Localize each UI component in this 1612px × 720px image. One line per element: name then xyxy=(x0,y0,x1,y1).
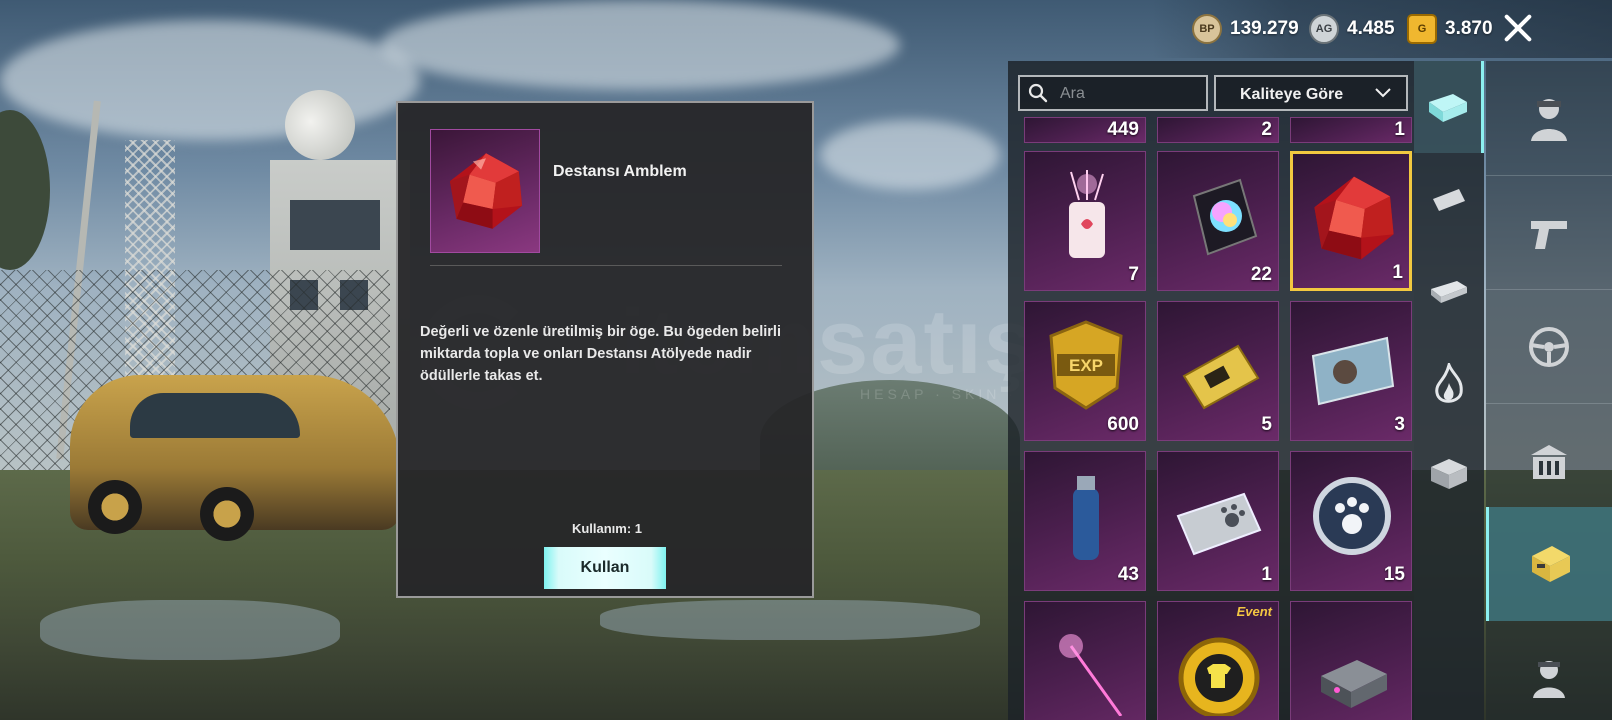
item-slot[interactable]: 2 xyxy=(1157,117,1279,143)
flame-icon xyxy=(1435,363,1463,403)
cloud xyxy=(0,20,420,140)
exp-card-icon: EXP xyxy=(1049,320,1123,410)
pistol-icon xyxy=(1531,221,1567,249)
divider xyxy=(430,265,782,266)
item-slot-crate-device[interactable] xyxy=(1290,601,1412,720)
item-name: Destansı Amblem xyxy=(553,163,687,180)
open-crate-icon xyxy=(1431,459,1467,489)
item-slot[interactable]: 449 xyxy=(1024,117,1146,143)
item-slot-rainbow-orb-card[interactable]: 22 xyxy=(1157,151,1279,291)
chevron-down-icon xyxy=(1375,88,1391,98)
item-count: 1 xyxy=(1261,564,1272,585)
bp-coin-icon: BP xyxy=(1192,14,1222,44)
inventory-panel: Ara Kaliteye Göre 449 2 1 7 22 1 EXP 600… xyxy=(1008,61,1414,720)
item-thumbnail xyxy=(430,129,540,253)
shirt-coin-icon xyxy=(1178,637,1260,716)
divider xyxy=(1486,175,1612,176)
usage-count: Kullanım: 1 xyxy=(571,521,643,536)
tab-profile[interactable] xyxy=(1486,635,1612,720)
item-slot-spray-can[interactable]: 43 xyxy=(1024,451,1146,591)
spray-can-icon xyxy=(1073,476,1099,560)
ag-coin-icon: AG xyxy=(1309,14,1339,44)
supply-box-icon xyxy=(1428,94,1467,122)
close-icon[interactable] xyxy=(1500,10,1536,46)
bp-amount: 139.279 xyxy=(1230,18,1299,39)
item-slot-event-shirt-coin[interactable]: Event xyxy=(1157,601,1279,720)
currency-bp: BP 139.279 xyxy=(1192,14,1299,44)
item-slot-epic-emblem[interactable]: 1 xyxy=(1290,151,1412,291)
use-button[interactable]: Kullan xyxy=(544,547,666,589)
rainbow-orb-card-icon xyxy=(1192,178,1258,256)
search-input[interactable]: Ara xyxy=(1018,75,1208,111)
building-icon xyxy=(1531,445,1567,479)
material-bar-icon xyxy=(1431,281,1467,303)
item-box-icon xyxy=(1531,546,1570,582)
search-placeholder: Ara xyxy=(1060,85,1085,102)
item-slot-paw-coin[interactable]: 15 xyxy=(1290,451,1412,591)
currency-ag: AG 4.485 xyxy=(1309,14,1395,44)
item-count: 2 xyxy=(1261,119,1272,140)
item-count: 1 xyxy=(1392,262,1403,283)
item-count: 3 xyxy=(1394,414,1405,435)
tab-crate[interactable] xyxy=(1414,433,1484,509)
item-count: 15 xyxy=(1383,564,1405,585)
item-grid[interactable]: 449 2 1 7 22 1 EXP 600 5 3 43 1 15 Event xyxy=(1018,117,1414,720)
player-card-icon xyxy=(1311,336,1395,406)
category-tabs xyxy=(1414,61,1612,720)
item-count: 22 xyxy=(1250,264,1272,285)
cloud xyxy=(820,120,1000,190)
tab-materials[interactable] xyxy=(1414,257,1484,327)
item-count: 5 xyxy=(1261,414,1272,435)
puddle xyxy=(40,600,340,660)
item-slot-player-card[interactable]: 3 xyxy=(1290,301,1412,441)
item-count: 600 xyxy=(1107,414,1139,435)
item-count: 1 xyxy=(1394,119,1405,140)
tab-supplies[interactable] xyxy=(1414,61,1484,153)
red-gem-icon xyxy=(445,148,527,234)
tab-weapons[interactable] xyxy=(1486,177,1612,289)
item-slot-paw-ticket[interactable]: 1 xyxy=(1157,451,1279,591)
ag-amount: 4.485 xyxy=(1347,18,1395,39)
coupon-icon xyxy=(1433,189,1465,211)
character-icon xyxy=(1533,660,1565,698)
item-slot[interactable]: 1 xyxy=(1290,117,1412,143)
cloud xyxy=(380,0,900,90)
item-count: 43 xyxy=(1117,564,1139,585)
tab-outfit[interactable] xyxy=(1486,61,1612,175)
paw-ticket-icon xyxy=(1176,492,1262,556)
confetti-cup-icon xyxy=(1069,170,1105,258)
sort-dropdown[interactable]: Kaliteye Göre xyxy=(1214,75,1408,111)
pink-wand-icon xyxy=(1059,634,1123,716)
gold-ticket-icon xyxy=(1182,344,1260,410)
item-count: 7 xyxy=(1128,264,1139,285)
tab-vehicles[interactable] xyxy=(1486,291,1612,403)
steering-wheel-icon xyxy=(1529,327,1569,367)
search-icon xyxy=(1028,83,1048,103)
character-icon xyxy=(1531,99,1567,141)
tab-lobby[interactable] xyxy=(1486,405,1612,517)
tab-inventory-items[interactable] xyxy=(1486,507,1612,621)
uc-amount: 3.870 xyxy=(1445,18,1493,39)
item-description: Değerli ve özenle üretilmiş bir öge. Bu … xyxy=(420,324,781,384)
currency-uc: G 3.870 xyxy=(1407,14,1493,44)
item-slot-exp-card[interactable]: EXP 600 xyxy=(1024,301,1146,441)
item-slot-gold-ticket[interactable]: 5 xyxy=(1157,301,1279,441)
paw-coin-icon xyxy=(1313,477,1391,555)
uc-coin-icon: G xyxy=(1407,14,1437,44)
item-count: 449 xyxy=(1107,119,1139,140)
item-detail-panel: Destansı Amblem Değerli ve özenle üretil… xyxy=(396,101,814,598)
crate-device-icon xyxy=(1321,660,1387,708)
svg-text:EXP: EXP xyxy=(1069,356,1103,375)
sort-label: Kaliteye Göre xyxy=(1240,86,1344,103)
item-slot-pink-wand[interactable] xyxy=(1024,601,1146,720)
puddle xyxy=(600,600,980,640)
divider xyxy=(1486,289,1612,290)
divider xyxy=(1486,403,1612,404)
tab-fire[interactable] xyxy=(1414,347,1484,423)
red-gem-icon xyxy=(1314,176,1394,260)
item-slot-confetti-cup[interactable]: 7 xyxy=(1024,151,1146,291)
golden-car xyxy=(70,375,400,541)
tab-coupons[interactable] xyxy=(1414,165,1484,235)
